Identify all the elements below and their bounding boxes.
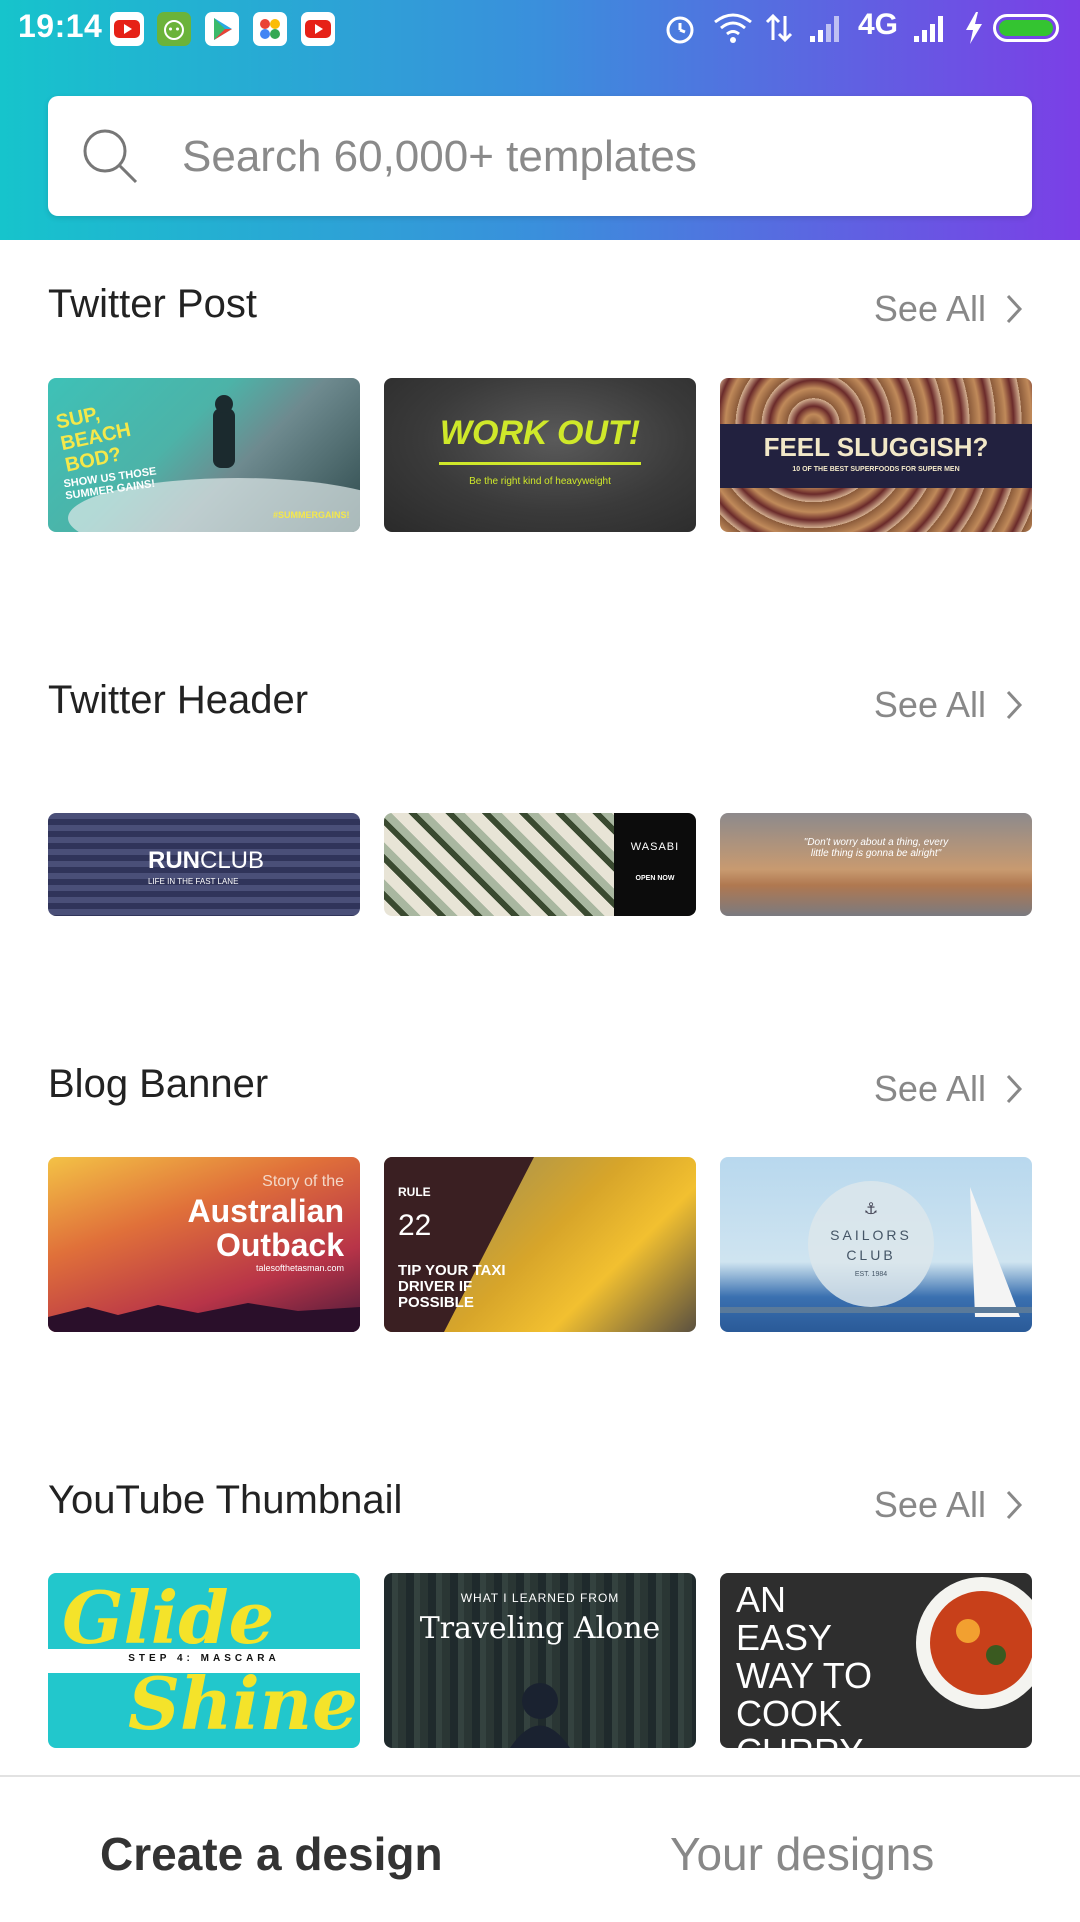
template-card-youtube-thumbnail-3[interactable]: AN EASY WAY TO COOK CURRY [720,1573,1032,1748]
see-all-youtube-thumbnail[interactable]: See All [874,1484,1024,1526]
signal-icon [808,8,846,48]
card-number: 22 [398,1209,432,1242]
alarm-icon [662,8,698,48]
card-headline: FEEL SLUGGISH? [763,432,989,462]
template-card-twitter-header-1[interactable]: RUN CLUB LIFE IN THE FAST LANE [48,813,360,916]
see-all-label: See All [873,1484,986,1525]
chevron-right-icon [1006,1074,1023,1104]
template-card-blog-banner-3[interactable]: ⚓ SAILORS CLUB EST. 1984 [720,1157,1032,1332]
section-title-twitter-header: Twitter Header [48,678,309,722]
see-all-twitter-header[interactable]: See All [874,684,1024,726]
search-icon [80,126,140,186]
status-time: 19:14 [18,8,103,44]
see-all-label: See All [873,684,986,725]
battery-icon [993,14,1059,42]
status-bar: 19:14 4G [0,0,1080,60]
card-headline-2: CLUB [846,1247,896,1263]
youtube-icon [110,12,144,46]
android-icon [157,12,191,46]
card-est: EST. 1984 [854,1271,888,1278]
card-url: talesofthetasman.com [255,1263,344,1273]
card-subline: Be the right kind of heavyweight [469,476,611,487]
section-title-blog-banner: Blog Banner [48,1062,269,1106]
template-card-twitter-post-3[interactable]: FEEL SLUGGISH? 10 OF THE BEST SUPERFOODS… [720,378,1032,532]
chevron-right-icon [1006,294,1023,324]
see-all-label: See All [873,1068,986,1109]
template-card-blog-banner-2[interactable]: RULE 22 TIP YOUR TAXI DRIVER IF POSSIBLE [384,1157,696,1332]
card-headline-club: CLUB [200,847,265,874]
app-header: 19:14 4G [0,0,1080,240]
template-card-twitter-post-1[interactable]: SUP, BEACH BOD? SHOW US THOSE SUMMER GAI… [48,378,360,532]
data-arrows-icon [764,8,794,48]
card-headline-2: Outback [215,1227,344,1263]
google-photos-icon [253,12,287,46]
card-subline: LIFE IN THE FAST LANE [148,877,239,886]
card-dark-panel [614,813,696,916]
template-card-twitter-post-2[interactable]: WORK OUT! Be the right kind of heavyweig… [384,378,696,532]
template-card-twitter-header-3[interactable]: "Don't worry about a thing, every little… [720,813,1032,916]
card-headline: WORK OUT! [439,414,641,452]
see-all-label: See All [873,288,986,329]
play-store-icon [205,12,239,46]
template-card-youtube-thumbnail-2[interactable]: WHAT I LEARNED FROM Traveling Alone [384,1573,696,1748]
card-headline-1: Australian [187,1193,344,1229]
card-headline-1: Glide [62,1575,275,1660]
section-title-twitter-post: Twitter Post [48,282,257,326]
template-card-twitter-header-2[interactable]: WASABI OPEN NOW [384,813,696,916]
card-rule: RULE [398,1185,431,1199]
see-all-twitter-post[interactable]: See All [874,288,1024,330]
tab-create-a-design[interactable]: Create a design [100,1827,443,1881]
tab-your-designs[interactable]: Your designs [670,1827,934,1881]
card-headline: WASABI [630,841,680,853]
signal-icon [912,8,950,48]
card-subline: OPEN NOW [635,875,675,882]
network-type: 4G [858,8,899,41]
search-input[interactable] [180,126,1004,188]
chevron-right-icon [1006,690,1023,720]
card-kicker: WHAT I LEARNED FROM [460,1591,620,1605]
card-kicker: Story of the [262,1173,344,1190]
card-headline-1: SAILORS [830,1227,912,1243]
section-title-youtube-thumbnail: YouTube Thumbnail [48,1478,403,1522]
template-card-blog-banner-1[interactable]: Story of the Australian Outback talesoft… [48,1157,360,1332]
card-hashtag: #SUMMERGAINS! [273,510,350,520]
search-bar[interactable] [48,96,1032,216]
see-all-blog-banner[interactable]: See All [874,1068,1024,1110]
card-underline [439,462,641,465]
card-headline: Traveling Alone [419,1611,661,1646]
card-headline-2: Shine [128,1661,358,1746]
template-card-youtube-thumbnail-1[interactable]: Glide STEP 4: MASCARA Shine [48,1573,360,1748]
card-subline: 10 OF THE BEST SUPERFOODS FOR SUPER MEN [792,466,960,473]
card-headline: TIP YOUR TAXI DRIVER IF POSSIBLE [398,1262,506,1311]
card-headline: AN EASY WAY TO COOK CURRY [736,1579,873,1749]
card-headline-run: RUN [148,847,200,874]
anchor-icon: ⚓ [863,1201,879,1218]
wifi-icon [712,8,754,48]
youtube-icon [301,12,335,46]
charging-icon [962,8,986,48]
card-quote: "Don't worry about a thing, every little… [803,837,949,859]
chevron-right-icon [1006,1490,1023,1520]
bottom-navigation: Create a design Your designs [0,1775,1080,1922]
